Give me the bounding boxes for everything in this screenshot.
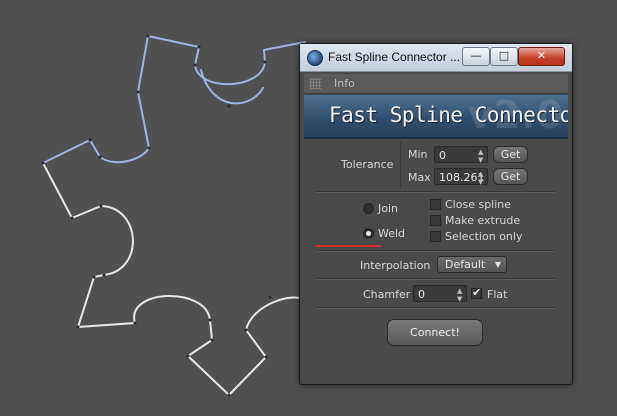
join-radio[interactable] <box>363 203 374 214</box>
window-title: Fast Spline Connector ... <box>328 50 461 64</box>
flat-label[interactable]: Flat <box>487 288 507 301</box>
separator <box>315 191 555 193</box>
join-label[interactable]: Join <box>378 202 398 215</box>
interpolation-label: Interpolation <box>360 259 431 272</box>
get-max-button[interactable]: Get <box>493 168 528 185</box>
title-bar[interactable]: Fast Spline Connector ... — □ ✕ <box>300 44 572 72</box>
menu-bar: Info <box>304 74 568 94</box>
close-button[interactable]: ✕ <box>518 47 565 66</box>
tolerance-label: Tolerance <box>341 158 394 171</box>
grip-icon[interactable] <box>310 78 321 89</box>
close-spline-label[interactable]: Close spline <box>445 198 511 211</box>
chamfer-label: Chamfer <box>363 288 411 301</box>
make-extrude-checkbox[interactable] <box>430 215 441 226</box>
spline-selected-arc[interactable] <box>200 69 264 105</box>
chamfer-field[interactable]: 0 ▲▼ <box>413 285 467 303</box>
connect-button[interactable]: Connect! <box>387 319 483 346</box>
spline-outline[interactable] <box>42 35 306 164</box>
checkmark-icon: ✔ <box>472 286 482 299</box>
selection-only-checkbox[interactable] <box>430 231 441 242</box>
min-field[interactable]: 0 ▲▼ <box>434 146 488 164</box>
weld-label[interactable]: Weld <box>378 227 405 240</box>
max-label: Max <box>408 171 431 184</box>
max-field[interactable]: 108.261 ▲▼ <box>434 168 488 186</box>
interpolation-value: Default <box>445 258 486 271</box>
close-spline-checkbox[interactable] <box>430 199 441 210</box>
selection-only-label[interactable]: Selection only <box>445 230 522 243</box>
spinner-icon[interactable]: ▲▼ <box>478 147 484 164</box>
flat-checkbox[interactable]: ✔ <box>471 286 482 299</box>
chamfer-value: 0 <box>418 288 425 301</box>
minimize-button[interactable]: — <box>462 47 490 66</box>
spinner-icon[interactable]: ▲▼ <box>457 286 463 303</box>
weld-underline <box>316 245 381 247</box>
plugin-banner: v2.0 Fast Spline Connector <box>304 95 568 139</box>
tolerance-divider <box>400 142 401 188</box>
interpolation-dropdown[interactable]: Default ▼ <box>437 256 507 273</box>
separator <box>315 307 555 309</box>
min-value: 0 <box>439 149 446 162</box>
spinner-icon[interactable]: ▲▼ <box>478 169 484 186</box>
spline-selected-segment[interactable] <box>42 162 304 396</box>
min-label: Min <box>408 148 428 161</box>
separator <box>315 250 555 252</box>
get-min-button[interactable]: Get <box>493 146 528 163</box>
app-icon <box>307 50 323 66</box>
weld-radio[interactable] <box>363 228 374 239</box>
menu-item-info[interactable]: Info <box>334 77 355 90</box>
separator <box>315 278 555 280</box>
chevron-down-icon: ▼ <box>494 260 501 269</box>
banner-title: Fast Spline Connector <box>329 103 568 127</box>
make-extrude-label[interactable]: Make extrude <box>445 214 520 227</box>
maximize-button[interactable]: □ <box>490 47 518 66</box>
